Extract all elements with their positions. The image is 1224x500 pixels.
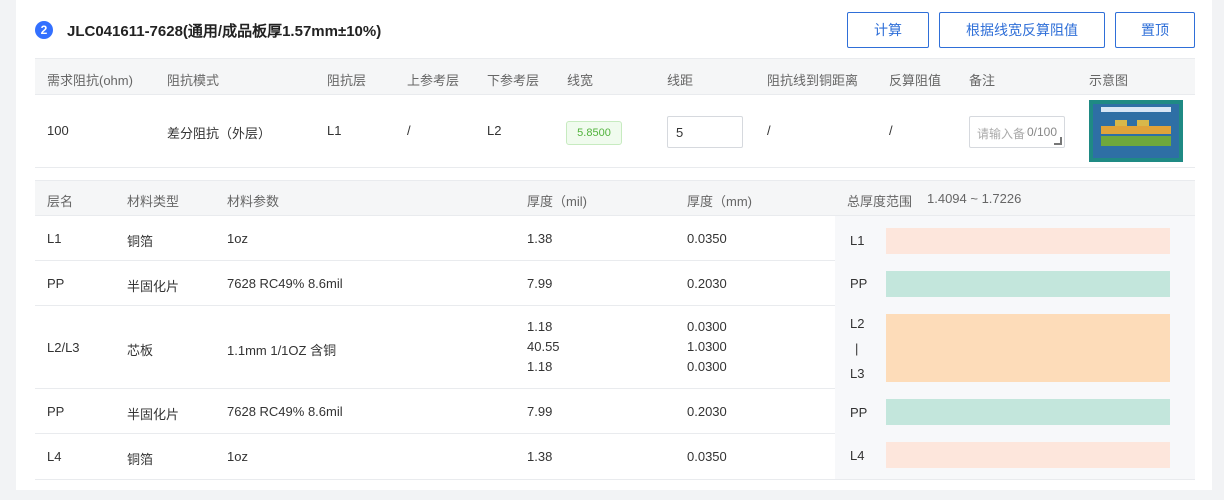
material-param: 1oz bbox=[227, 449, 248, 464]
thickness-mm-group: 0.0300 1.0300 0.0300 bbox=[687, 317, 727, 377]
layer-name: L4 bbox=[47, 449, 62, 464]
stackup-row: PP 半固化片 7628 RC49% 8.6mil 7.99 0.2030 bbox=[35, 389, 835, 434]
diagram-label-pp: PP bbox=[850, 276, 868, 291]
col-line-width: 线宽 bbox=[567, 73, 594, 88]
col-target-impedance: 需求阻抗(ohm) bbox=[47, 73, 133, 88]
remark-char-count: 0/100 bbox=[1026, 125, 1058, 139]
stackup-row: L2/L3 芯板 1.1mm 1/1OZ 含铜 1.18 40.55 1.18 … bbox=[35, 306, 835, 389]
stackup-title: JLC041611-7628(通用/成品板厚1.57mm±10%) bbox=[67, 23, 382, 40]
thickness-mil: 40.55 bbox=[527, 339, 560, 354]
thickness-mil: 1.18 bbox=[527, 359, 553, 374]
impedance-card: 2 JLC041611-7628(通用/成品板厚1.57mm±10%) 计算 根… bbox=[16, 0, 1212, 490]
material-type: 半固化片 bbox=[127, 279, 180, 294]
line-spacing-input[interactable] bbox=[667, 116, 743, 148]
thickness-mm: 0.0350 bbox=[687, 449, 727, 464]
pin-top-button[interactable]: 置顶 bbox=[1115, 12, 1195, 48]
line-width-badge: 5.8500 bbox=[566, 121, 622, 145]
thickness-mm: 0.0350 bbox=[687, 231, 727, 246]
col-copper-distance: 阻抗线到铜距离 bbox=[767, 73, 859, 88]
thickness-mil: 7.99 bbox=[527, 404, 553, 419]
material-type: 半固化片 bbox=[127, 407, 180, 422]
stackup-row: L4 铜箔 1oz 1.38 0.0350 bbox=[35, 434, 835, 480]
impedance-row: 100 差分阻抗（外层） L1 / L2 5.8500 / / 请输入备注 0/… bbox=[35, 95, 1195, 168]
layer-name: PP bbox=[47, 276, 65, 291]
col-impedance-mode: 阻抗模式 bbox=[167, 73, 220, 88]
col-thickness-mm: 厚度（mm) bbox=[687, 194, 752, 209]
copper-distance-value: / bbox=[767, 123, 771, 138]
diagram-dielectric-band bbox=[1101, 126, 1171, 134]
prepreg-layer-bar bbox=[886, 271, 1170, 297]
stackup-diagram: L1 PP L2 | L3 PP L4 bbox=[835, 216, 1195, 480]
resize-grip-icon[interactable] bbox=[1054, 137, 1062, 145]
thickness-mm: 0.2030 bbox=[687, 276, 727, 291]
col-line-spacing: 线距 bbox=[667, 73, 694, 88]
diagram-label-l1: L1 bbox=[850, 233, 865, 248]
lower-ref-value: L2 bbox=[487, 123, 502, 138]
card-header: 2 JLC041611-7628(通用/成品板厚1.57mm±10%) 计算 根… bbox=[16, 0, 1212, 58]
material-param: 7628 RC49% 8.6mil bbox=[227, 276, 343, 291]
core-layer-bar bbox=[886, 314, 1170, 382]
remark-textarea[interactable]: 请输入备注 0/100 bbox=[969, 116, 1065, 148]
thickness-mm: 0.0300 bbox=[687, 359, 727, 374]
material-param: 1oz bbox=[227, 231, 248, 246]
col-upper-ref: 上参考层 bbox=[407, 73, 460, 88]
thickness-mil: 1.38 bbox=[527, 449, 553, 464]
calculate-button[interactable]: 计算 bbox=[847, 12, 929, 48]
impedance-table-header: 需求阻抗(ohm) 阻抗模式 阻抗层 上参考层 下参考层 线宽 线距 阻抗线到铜… bbox=[35, 58, 1195, 95]
diagram-label-pp: PP bbox=[850, 405, 868, 420]
col-thickness-mil: 厚度（mil) bbox=[527, 194, 587, 209]
thickness-mil: 7.99 bbox=[527, 276, 553, 291]
impedance-diagram-thumbnail[interactable] bbox=[1089, 100, 1183, 162]
layer-name: L1 bbox=[47, 231, 62, 246]
copper-layer-bar bbox=[886, 442, 1170, 468]
diagram-image bbox=[1093, 104, 1179, 158]
material-param: 1.1mm 1/1OZ 含铜 bbox=[227, 343, 337, 358]
diagram-label-l4: L4 bbox=[850, 448, 865, 463]
stackup-table-header: 层名 材料类型 材料参数 厚度（mil) 厚度（mm) 总厚度范围 1.4094… bbox=[35, 180, 1195, 216]
col-impedance-layer: 阻抗层 bbox=[327, 73, 367, 88]
copper-layer-bar bbox=[886, 228, 1170, 254]
thickness-mm: 1.0300 bbox=[687, 339, 727, 354]
material-type: 铜箔 bbox=[127, 452, 154, 467]
diagram-ground-band bbox=[1101, 136, 1171, 146]
thickness-mm: 0.2030 bbox=[687, 404, 727, 419]
thickness-mil: 1.38 bbox=[527, 231, 553, 246]
diagram-label-l2: L2 bbox=[850, 316, 865, 331]
stackup-row: L1 铜箔 1oz 1.38 0.0350 bbox=[35, 216, 835, 261]
diagram-label-separator: | bbox=[855, 341, 859, 356]
col-remark: 备注 bbox=[969, 73, 996, 88]
col-material-type: 材料类型 bbox=[127, 194, 180, 209]
reverse-value: / bbox=[889, 123, 893, 138]
total-thickness-label: 总厚度范围 bbox=[847, 194, 913, 209]
impedance-layer-value: L1 bbox=[327, 123, 342, 138]
diagram-title-strip bbox=[1101, 107, 1171, 112]
thickness-mm: 0.0300 bbox=[687, 319, 727, 334]
thickness-mil-group: 1.18 40.55 1.18 bbox=[527, 317, 560, 377]
thickness-mil: 1.18 bbox=[527, 319, 553, 334]
col-reverse-value: 反算阻值 bbox=[889, 73, 942, 88]
diagram-label-l3: L3 bbox=[850, 366, 865, 381]
col-diagram: 示意图 bbox=[1089, 73, 1129, 88]
target-impedance-value: 100 bbox=[47, 123, 69, 138]
reverse-calc-button[interactable]: 根据线宽反算阻值 bbox=[939, 12, 1105, 48]
prepreg-layer-bar bbox=[886, 399, 1170, 425]
upper-ref-value: / bbox=[407, 123, 411, 138]
material-type: 铜箔 bbox=[127, 234, 154, 249]
index-badge: 2 bbox=[35, 21, 53, 39]
layer-name: L2/L3 bbox=[47, 340, 80, 355]
total-thickness-range: 1.4094 ~ 1.7226 bbox=[927, 191, 1022, 206]
col-layer-name: 层名 bbox=[47, 194, 74, 209]
remark-placeholder: 请输入备注 bbox=[977, 127, 1033, 141]
stackup-row: PP 半固化片 7628 RC49% 8.6mil 7.99 0.2030 bbox=[35, 261, 835, 306]
material-param: 7628 RC49% 8.6mil bbox=[227, 404, 343, 419]
material-type: 芯板 bbox=[127, 343, 154, 358]
col-lower-ref: 下参考层 bbox=[487, 73, 540, 88]
col-material-param: 材料参数 bbox=[227, 194, 280, 209]
layer-name: PP bbox=[47, 404, 65, 419]
impedance-mode-value: 差分阻抗（外层） bbox=[167, 126, 272, 141]
